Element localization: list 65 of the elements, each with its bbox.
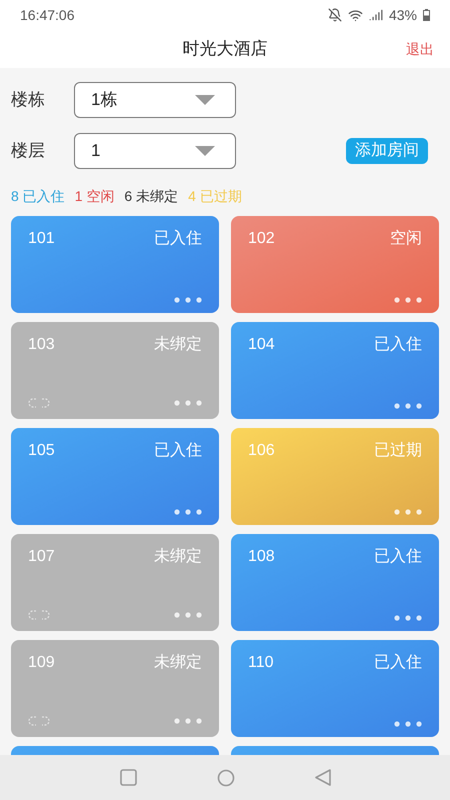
legend-item: 8 已入住 (11, 188, 65, 204)
square-nav-icon[interactable] (120, 769, 136, 786)
room-number: 107 (28, 547, 55, 567)
legend-item: 6 未绑定 (124, 188, 178, 204)
room-number: 106 (248, 441, 275, 461)
more-icon[interactable] (394, 721, 422, 727)
room-card[interactable]: 110 已入住 (231, 640, 439, 737)
room-number: 101 (28, 229, 55, 249)
circle-nav-icon[interactable] (216, 768, 234, 786)
room-card[interactable]: 106 已过期 (231, 428, 439, 525)
signal-icon (368, 8, 383, 22)
room-card[interactable]: 101 已入住 (11, 216, 219, 313)
dropdown-icon (195, 146, 215, 156)
more-icon[interactable] (174, 612, 202, 618)
wifi-icon (348, 8, 363, 22)
room-status: 已入住 (374, 335, 422, 355)
back-nav-icon[interactable] (314, 769, 330, 786)
room-number: 109 (28, 653, 55, 673)
room-status: 已入住 (154, 441, 202, 461)
legend-item: 4 已过期 (188, 188, 242, 204)
room-status: 空闲 (390, 229, 422, 249)
more-icon[interactable] (394, 615, 422, 621)
more-icon[interactable] (174, 297, 202, 303)
filter-select[interactable]: 1栋 (74, 82, 236, 118)
room-status: 未绑定 (154, 547, 202, 567)
more-icon[interactable] (394, 297, 422, 303)
room-number: 103 (28, 335, 55, 355)
legend-item: 1 空闲 (74, 188, 114, 204)
room-card[interactable]: 107 未绑定 (11, 534, 219, 631)
room-number: 104 (248, 335, 275, 355)
room-number: 110 (248, 653, 274, 673)
more-icon[interactable] (174, 509, 202, 515)
status-time: 16:47:06 (20, 6, 74, 24)
room-status: 未绑定 (154, 653, 202, 673)
more-icon[interactable] (174, 400, 202, 406)
filter-label: 楼层 (11, 140, 46, 162)
page-title: 时光大酒店 (182, 38, 268, 60)
room-card[interactable]: 103 未绑定 (11, 322, 219, 419)
room-card[interactable]: 104 已入住 (231, 322, 439, 419)
room-card[interactable]: 109 未绑定 (11, 640, 219, 737)
filter-select[interactable]: 1 (74, 133, 236, 169)
broken-link-icon (28, 397, 50, 409)
room-number: 108 (248, 547, 275, 567)
filter-label: 楼栋 (11, 89, 46, 112)
broken-link-icon (28, 715, 50, 727)
room-status: 已入住 (154, 229, 202, 249)
more-icon[interactable] (174, 718, 202, 724)
room-card[interactable]: 102 空闲 (231, 216, 439, 313)
room-status: 已入住 (374, 653, 422, 673)
add-room-button[interactable]: 添加房间 (346, 138, 428, 164)
broken-link-icon (28, 609, 50, 621)
dropdown-icon (195, 95, 215, 105)
room-card[interactable]: 108 已入住 (231, 534, 439, 631)
room-status: 已过期 (374, 441, 422, 461)
battery-icon (423, 9, 430, 21)
room-status: 已入住 (374, 547, 422, 567)
room-status: 未绑定 (154, 335, 202, 355)
bell-off-icon (328, 8, 342, 22)
more-icon[interactable] (394, 403, 422, 409)
more-icon[interactable] (394, 509, 422, 515)
room-number: 102 (248, 229, 275, 249)
room-card[interactable]: 105 已入住 (11, 428, 219, 525)
room-number: 105 (28, 441, 55, 461)
battery-level: 43% (388, 6, 417, 24)
logout-button[interactable]: 退出 (406, 38, 434, 60)
